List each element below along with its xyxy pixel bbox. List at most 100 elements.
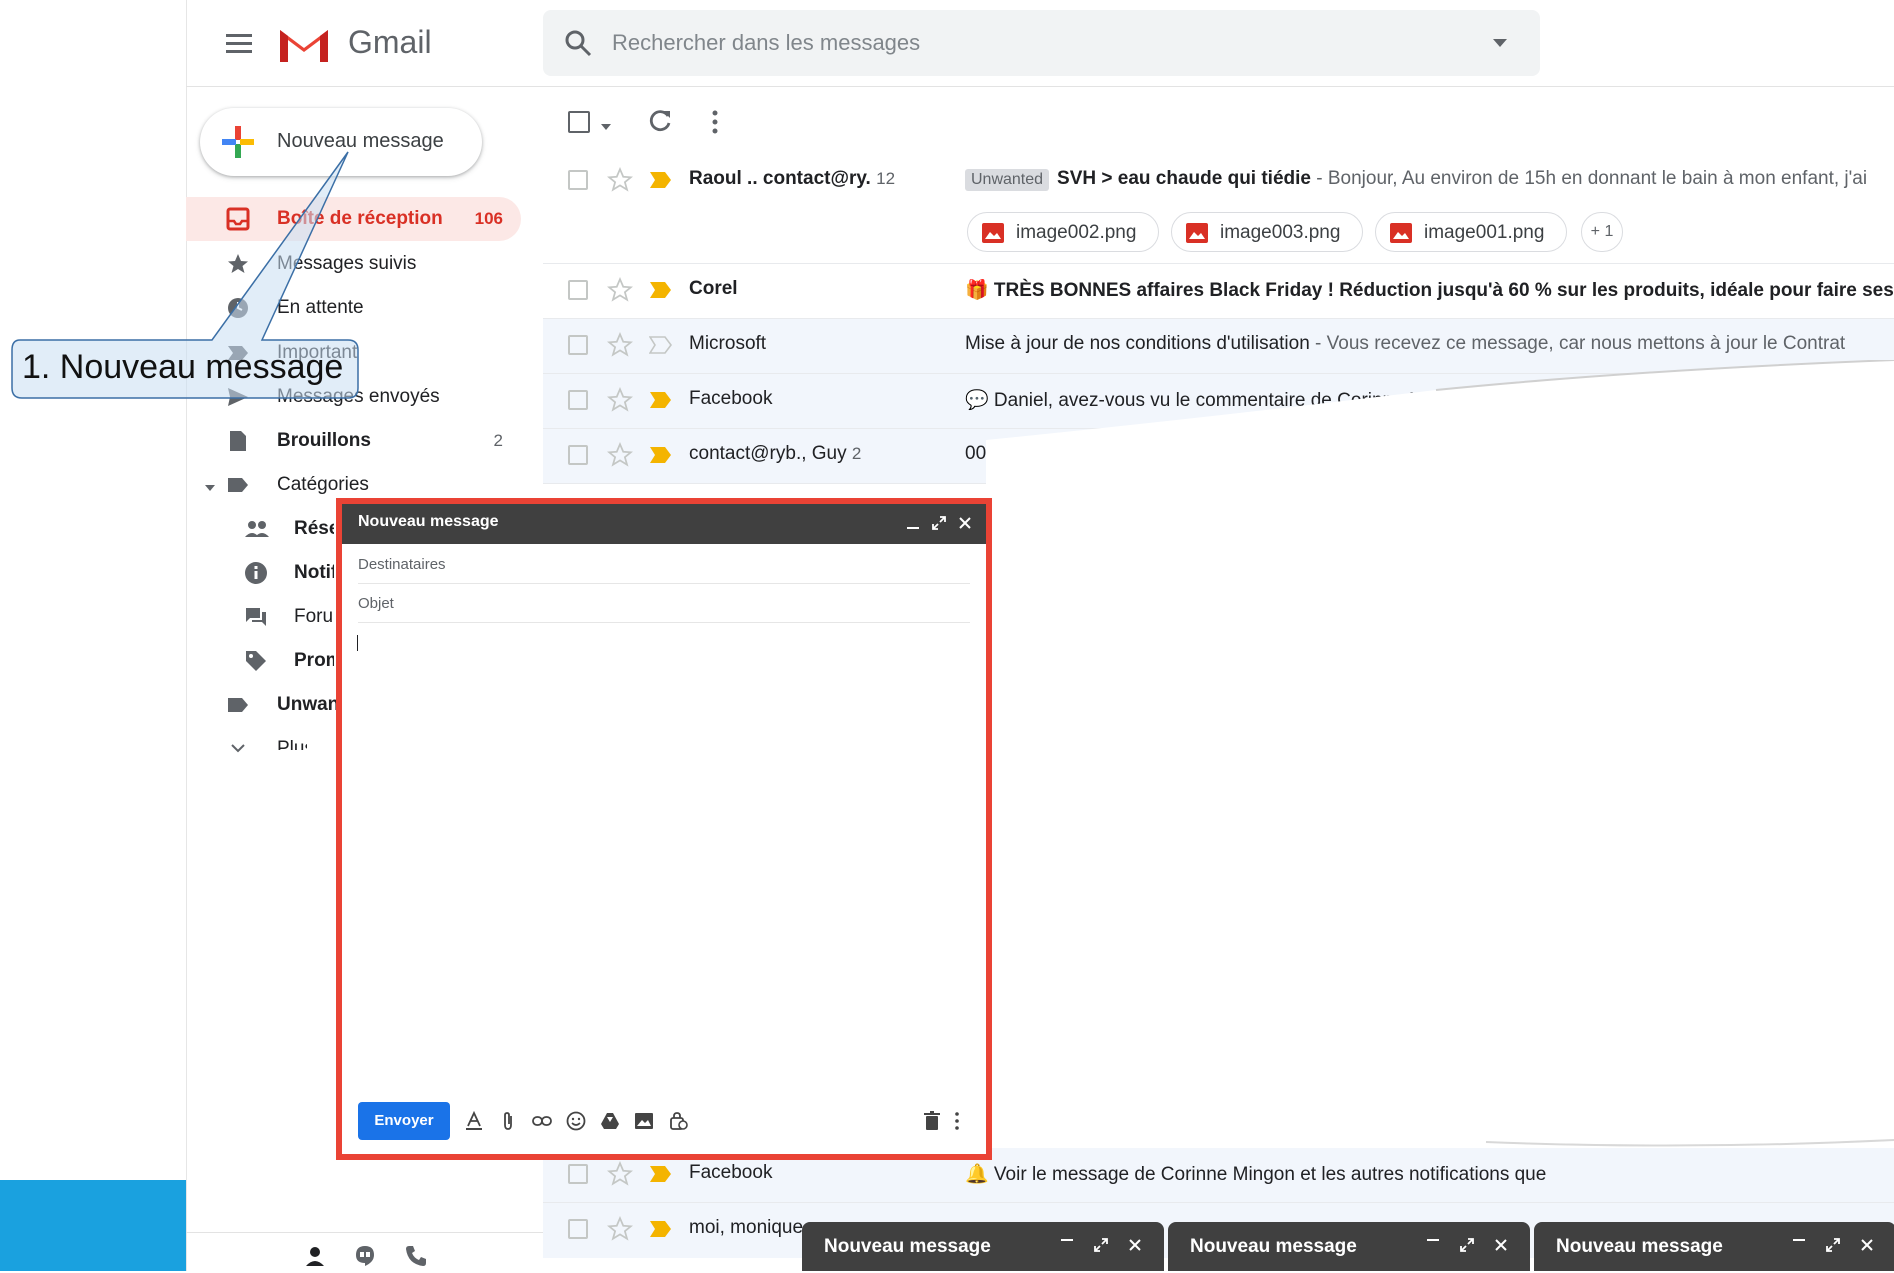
search-icon[interactable] xyxy=(563,28,593,58)
minimized-compose-window[interactable]: Nouveau message xyxy=(1168,1222,1530,1271)
select-all-checkbox[interactable] xyxy=(568,111,590,133)
confidential-mode-icon[interactable] xyxy=(668,1111,688,1131)
row-checkbox[interactable] xyxy=(568,445,588,465)
fullscreen-icon[interactable] xyxy=(1458,1236,1476,1254)
sender-name: moi, monique xyxy=(689,1217,804,1238)
sidebar-item-starred[interactable]: Messages suivis xyxy=(186,242,521,286)
trash-icon[interactable] xyxy=(922,1111,942,1131)
minimize-icon[interactable] xyxy=(904,514,922,532)
minimized-compose-window[interactable]: Nouveau message xyxy=(802,1222,1164,1271)
compose-plus-icon xyxy=(220,124,256,160)
sidebar-item-label: En attente xyxy=(277,297,364,318)
row-checkbox[interactable] xyxy=(568,1164,588,1184)
snippet-text: - Bonjour, Au environ de 15h en donnant … xyxy=(1310,168,1868,189)
subject-text: 0041 - DISDERO - D xyxy=(965,443,1142,464)
subject-line: Unwanted SVH > eau chaude qui tiédie - Bo… xyxy=(965,168,1894,191)
sidebar-item-label: Promotions xyxy=(294,650,334,671)
minimized-compose-window[interactable]: Nouveau message xyxy=(1534,1222,1894,1271)
fullscreen-icon[interactable] xyxy=(1092,1236,1110,1254)
send-button[interactable]: Envoyer xyxy=(358,1102,450,1140)
main-menu-button[interactable] xyxy=(222,28,256,58)
close-icon[interactable] xyxy=(956,514,974,532)
table-row[interactable]: contact@ryb., Guy 2 0041 - DISDERO - D xyxy=(543,429,1894,484)
minimize-icon[interactable] xyxy=(1058,1236,1076,1254)
table-row[interactable]: Facebook 💬 Daniel, avez-vous vu le comme… xyxy=(543,374,1894,429)
star-outline-icon[interactable] xyxy=(606,441,634,468)
subject-text: 🔔 Voir le message de Corinne Mingon et l… xyxy=(965,1164,1547,1185)
sender-name: contact@ryb., Guy 2 xyxy=(689,443,862,464)
minimize-icon[interactable] xyxy=(1790,1236,1808,1254)
attachment-chip[interactable]: image003.png xyxy=(1171,212,1363,252)
collapse-caret-icon[interactable] xyxy=(204,480,216,498)
important-marker-icon[interactable] xyxy=(649,170,673,190)
refresh-icon[interactable] xyxy=(648,108,674,134)
table-row[interactable]: Raoul .. contact@ry. 12 Unwanted SVH > ea… xyxy=(543,154,1894,264)
fullscreen-icon[interactable] xyxy=(1824,1236,1842,1254)
search-options-dropdown-icon[interactable] xyxy=(1490,36,1510,50)
text-format-icon[interactable] xyxy=(464,1110,484,1131)
contacts-person-icon[interactable] xyxy=(303,1244,327,1268)
minimize-icon[interactable] xyxy=(1424,1236,1442,1254)
row-checkbox[interactable] xyxy=(568,1219,588,1239)
important-outline-icon[interactable] xyxy=(648,335,673,355)
more-attachments-chip[interactable]: + 1 xyxy=(1581,212,1623,252)
close-icon[interactable] xyxy=(1858,1236,1876,1254)
sidebar-item-social[interactable]: Réseaux sociaux xyxy=(186,507,346,551)
more-options-icon[interactable] xyxy=(952,1111,962,1131)
image-file-icon xyxy=(1390,223,1412,243)
star-outline-icon[interactable] xyxy=(606,1160,634,1187)
attach-file-icon[interactable] xyxy=(498,1111,518,1131)
close-icon[interactable] xyxy=(1492,1236,1510,1254)
row-checkbox[interactable] xyxy=(568,170,588,190)
important-marker-icon[interactable] xyxy=(649,1219,673,1239)
phone-icon[interactable] xyxy=(404,1244,428,1268)
row-checkbox[interactable] xyxy=(568,280,588,300)
row-checkbox[interactable] xyxy=(568,335,588,355)
minimized-compose-title: Nouveau message xyxy=(1190,1236,1357,1257)
sidebar-item-inbox[interactable]: Boîte de réception 106 xyxy=(186,197,521,241)
close-icon[interactable] xyxy=(1126,1236,1144,1254)
label-icon xyxy=(226,473,250,497)
star-outline-icon[interactable] xyxy=(606,386,634,413)
star-outline-icon[interactable] xyxy=(606,276,634,303)
attachment-chip[interactable]: image001.png xyxy=(1375,212,1567,252)
google-drive-icon[interactable] xyxy=(600,1111,620,1131)
important-marker-icon[interactable] xyxy=(649,1164,673,1184)
table-row[interactable]: Corel 🎁 TRÈS BONNES affaires Black Frida… xyxy=(543,264,1894,319)
sidebar-item-drafts[interactable]: Brouillons 2 xyxy=(186,419,521,463)
table-row[interactable]: Microsoft Mise à jour de nos conditions … xyxy=(543,319,1894,374)
hangouts-icon[interactable] xyxy=(353,1244,377,1268)
important-marker-icon[interactable] xyxy=(649,280,673,300)
sidebar-item-label: Unwanted xyxy=(277,694,337,715)
select-dropdown-icon[interactable] xyxy=(600,118,612,130)
insert-link-icon[interactable] xyxy=(532,1111,552,1131)
attachment-chip[interactable]: image002.png xyxy=(967,212,1159,252)
sender-name: Facebook xyxy=(689,388,773,409)
gmail-logo-icon[interactable] xyxy=(276,22,332,64)
sidebar-item-updates[interactable]: Notifications xyxy=(186,551,346,595)
subject-line: Mise à jour de nos conditions d'utilisat… xyxy=(965,333,1894,355)
star-outline-icon[interactable] xyxy=(606,1215,634,1242)
subject-line: 0041 - DISDERO - D xyxy=(965,443,1894,465)
star-outline-icon[interactable] xyxy=(606,331,634,358)
fullscreen-icon[interactable] xyxy=(930,514,948,532)
emoji-icon[interactable] xyxy=(566,1111,586,1131)
insert-photo-icon[interactable] xyxy=(634,1111,654,1131)
important-marker-icon[interactable] xyxy=(649,445,673,465)
message-body-editor[interactable] xyxy=(356,628,970,1098)
sidebar-item-unwanted[interactable]: Unwanted xyxy=(186,683,346,727)
sidebar-item-label: Réseaux sociaux xyxy=(294,518,334,539)
sidebar-item-forums[interactable]: Forums xyxy=(186,595,346,639)
row-checkbox[interactable] xyxy=(568,390,588,410)
label-badge[interactable]: Unwanted xyxy=(965,169,1050,191)
sidebar-item-more[interactable]: Plus xyxy=(186,727,346,771)
important-marker-icon[interactable] xyxy=(649,390,673,410)
sidebar-item-promotions[interactable]: Promotions xyxy=(186,639,346,683)
subject-field[interactable] xyxy=(358,585,970,623)
star-outline-icon[interactable] xyxy=(606,166,634,193)
recipients-field[interactable] xyxy=(358,546,970,584)
header-divider xyxy=(186,86,1894,87)
sidebar-item-snoozed[interactable]: En attente xyxy=(186,286,521,330)
more-options-icon[interactable] xyxy=(708,108,722,136)
search-input[interactable] xyxy=(612,18,1472,68)
